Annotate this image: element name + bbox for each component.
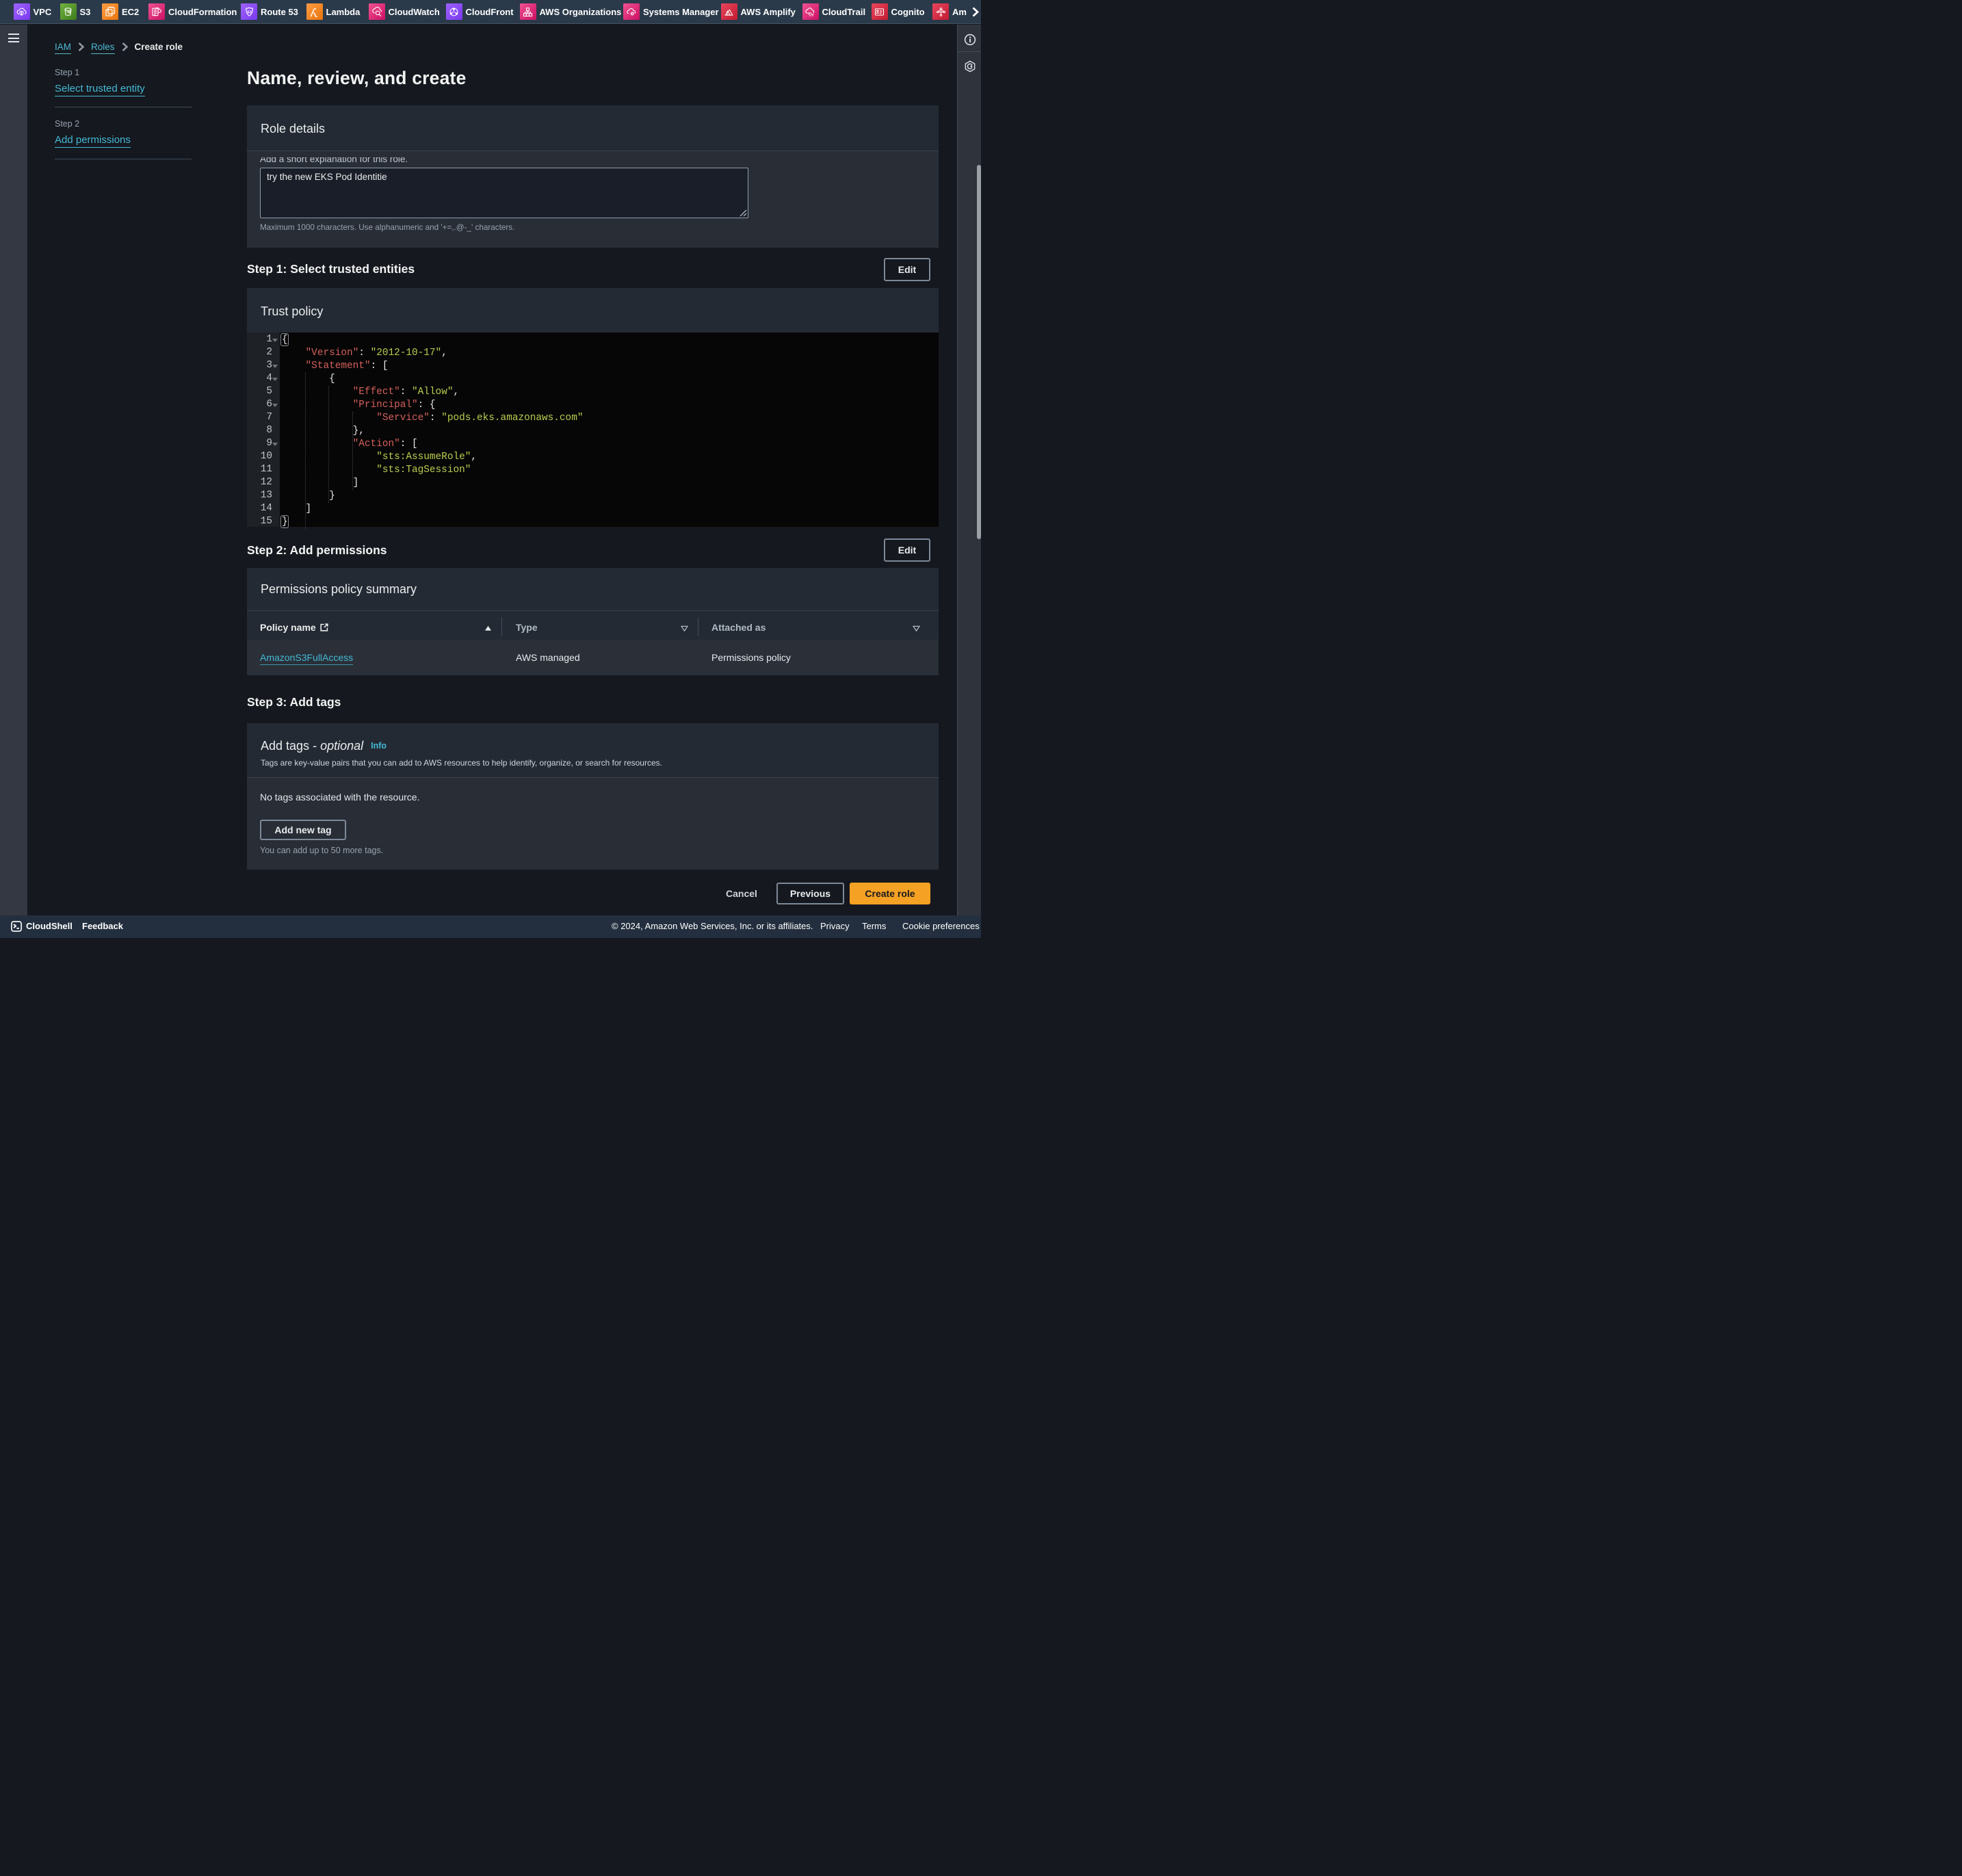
svg-text:53: 53 — [247, 10, 251, 14]
